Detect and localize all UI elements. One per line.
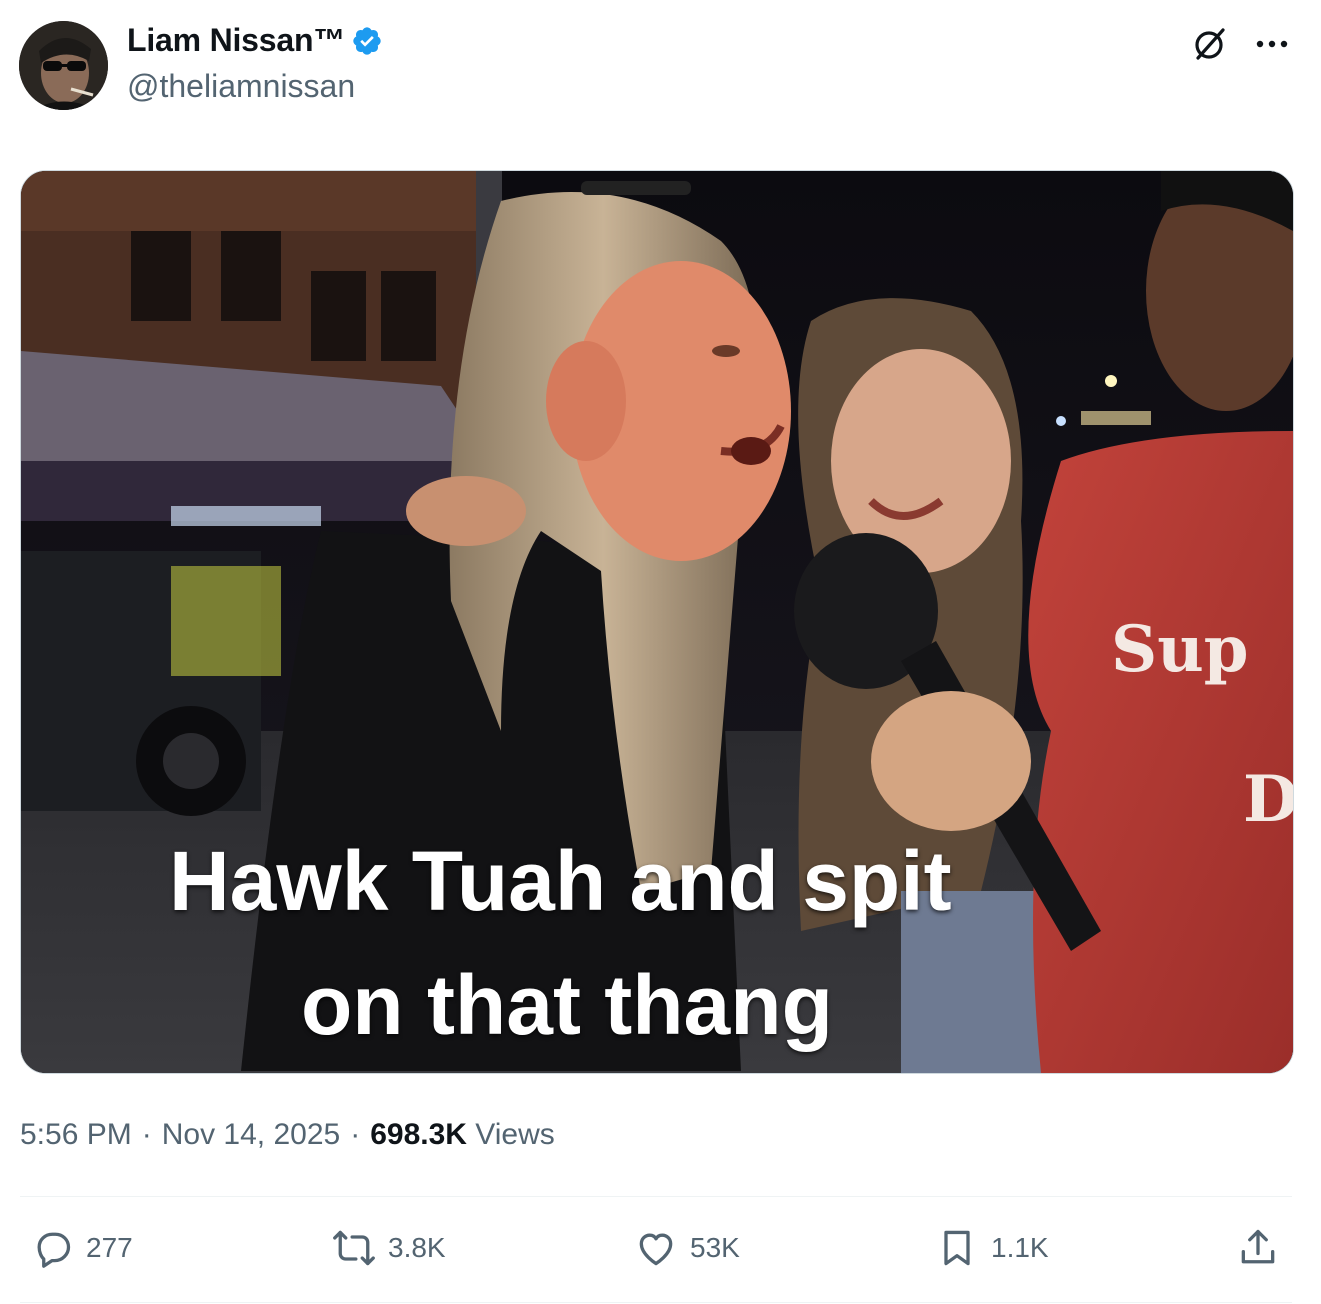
bookmark-icon: [944, 1230, 970, 1266]
views-label: Views: [475, 1118, 555, 1151]
meta-separator: ·: [141, 1118, 152, 1151]
heart-icon: [639, 1233, 673, 1266]
repost-icon: [333, 1230, 375, 1266]
share-button[interactable]: [1236, 1226, 1280, 1270]
divider: [20, 1302, 1292, 1303]
divider: [20, 1196, 1292, 1197]
like-button[interactable]: 53K: [634, 1226, 740, 1270]
user-handle[interactable]: @theliamnissan: [127, 68, 355, 105]
meta-separator: ·: [350, 1118, 361, 1151]
bookmark-button[interactable]: 1.1K: [935, 1226, 1049, 1270]
tweet-date[interactable]: Nov 14, 2025: [162, 1118, 340, 1152]
tweet-media-image[interactable]: Sup D Hawk Tuah and spit on that thang: [20, 170, 1294, 1074]
shirt-text-1: Sup: [1111, 612, 1249, 687]
media-photo: Sup D: [21, 171, 1293, 1073]
bookmark-count: 1.1K: [991, 1232, 1049, 1263]
share-icon: [1241, 1229, 1275, 1264]
display-name[interactable]: Liam Nissan™: [127, 22, 345, 59]
tweet-meta: 5:56 PM · Nov 14, 2025 · 698.3K Views: [20, 1118, 555, 1152]
shirt-text-2: D: [1243, 762, 1293, 837]
more-dots-icon[interactable]: [1250, 24, 1294, 64]
repost-button[interactable]: 3.8K: [332, 1226, 446, 1270]
like-count: 53K: [690, 1232, 740, 1263]
avatar[interactable]: [19, 21, 108, 110]
avatar-image: [19, 21, 108, 110]
caption-line-2: on that thang: [301, 958, 833, 1052]
grok-icon[interactable]: [1190, 24, 1230, 64]
views-count[interactable]: 698.3K: [370, 1118, 467, 1151]
reply-icon: [37, 1232, 71, 1268]
reply-button[interactable]: 277: [30, 1226, 133, 1270]
verified-badge-icon[interactable]: [351, 25, 383, 57]
repost-count: 3.8K: [388, 1232, 446, 1263]
tweet-time[interactable]: 5:56 PM: [20, 1118, 132, 1152]
reply-count: 277: [86, 1232, 133, 1263]
name-row: Liam Nissan™: [127, 22, 383, 59]
tweet: Liam Nissan™ @theliamnissan Sup D Hawk T…: [0, 0, 1321, 1304]
caption-line-1: Hawk Tuah and spit: [169, 834, 952, 928]
